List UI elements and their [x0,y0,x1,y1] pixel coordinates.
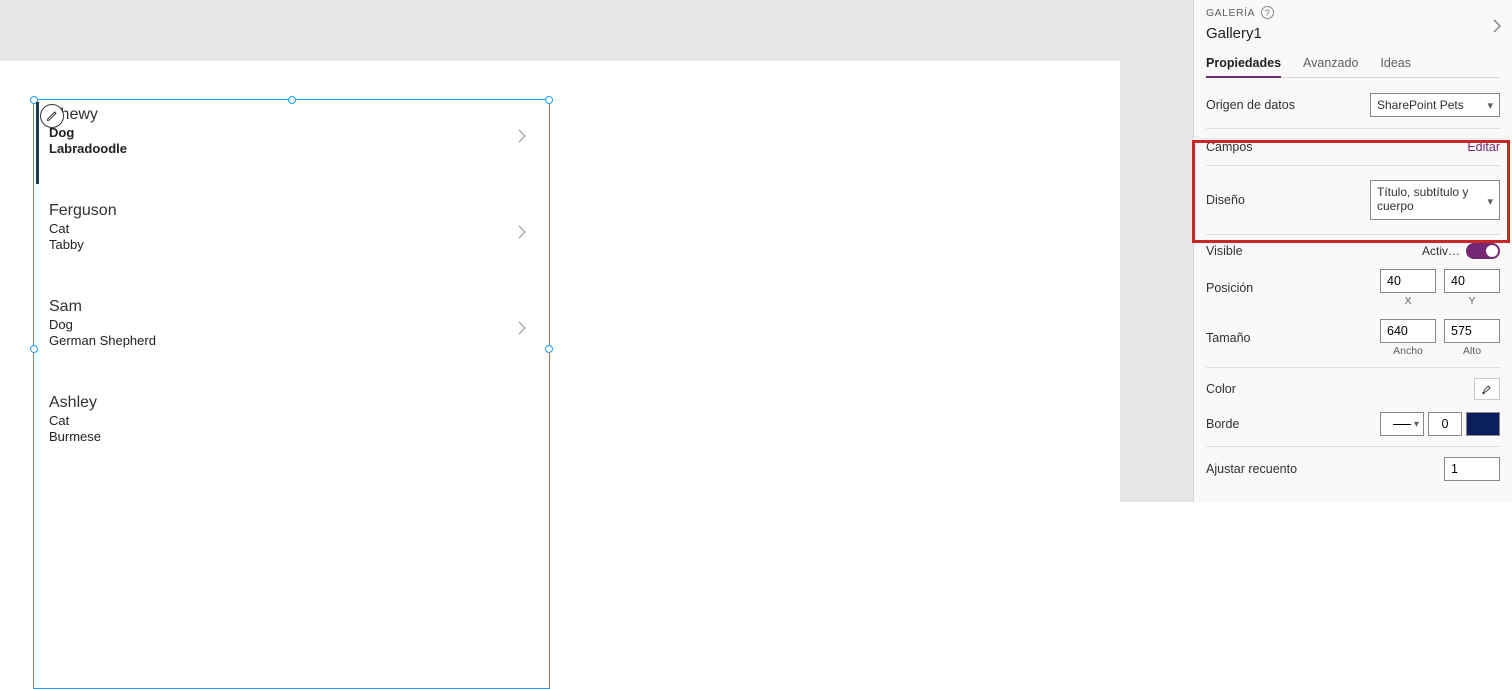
position-y-input[interactable] [1444,269,1500,293]
gallery-item-subtitle: Cat [49,221,537,236]
design-canvas[interactable]: Chewy Dog Labradoodle Ferguson Cat Tabby… [0,61,1120,502]
fields-label: Campos [1206,140,1253,154]
gallery-item-title: Ashley [49,394,537,412]
row-position: Posición X Y [1206,263,1500,313]
size-height-sublabel: Alto [1463,345,1481,357]
gallery-item-title: Sam [49,298,537,316]
row-datasource: Origen de datos SharePoint Pets ▾ [1206,82,1500,129]
tab-advanced[interactable]: Avanzado [1303,56,1358,77]
gallery-item-subtitle: Cat [49,413,537,428]
gallery-item[interactable]: Chewy Dog Labradoodle [36,100,547,186]
gallery-item-body: Burmese [49,429,537,444]
row-layout: Diseño Título, subtítulo y cuerpo ▾ [1206,166,1500,235]
visible-state: Activ… [1422,244,1460,258]
tab-properties[interactable]: Propiedades [1206,56,1281,78]
row-size: Tamaño Ancho Alto [1206,313,1500,368]
row-visible: Visible Activ… [1206,235,1500,263]
size-width-sublabel: Ancho [1393,345,1423,357]
chevron-down-icon: ▾ [1487,195,1493,209]
gallery-item-subtitle: Dog [49,125,537,140]
position-y-sublabel: Y [1468,295,1475,307]
gallery-item-subtitle: Dog [49,317,537,332]
gallery-item-title: Chewy [49,106,537,124]
chevron-right-icon[interactable] [1492,18,1502,37]
layout-label: Diseño [1206,193,1245,207]
color-picker-button[interactable] [1474,378,1500,400]
row-fields: Campos Editar [1206,129,1500,166]
layout-select[interactable]: Título, subtítulo y cuerpo ▾ [1370,180,1500,220]
gallery-item-body: Tabby [49,237,537,252]
tab-ideas[interactable]: Ideas [1380,56,1411,77]
color-label: Color [1206,382,1236,396]
wrap-count-label: Ajustar recuento [1206,462,1297,476]
position-x-sublabel: X [1404,295,1411,307]
properties-panel: GALERÍA ? Gallery1 Propiedades Avanzado … [1193,0,1512,502]
border-label: Borde [1206,417,1239,431]
chevron-right-icon[interactable] [517,224,527,243]
size-label: Tamaño [1206,331,1250,345]
gallery-item-title: Ferguson [49,202,537,220]
fields-edit-link[interactable]: Editar [1467,140,1500,154]
border-width-input[interactable] [1428,412,1462,436]
size-height-input[interactable] [1444,319,1500,343]
row-wrap-count: Ajustar recuento [1206,447,1500,481]
visible-toggle[interactable] [1466,243,1500,259]
chevron-right-icon[interactable] [517,320,527,339]
visible-label: Visible [1206,244,1243,258]
edit-template-icon[interactable] [40,104,64,128]
gallery-item-body: Labradoodle [49,141,537,156]
wrap-count-input[interactable] [1444,457,1500,481]
chevron-down-icon: ▾ [1487,99,1493,112]
gallery-item[interactable]: Sam Dog German Shepherd [36,292,547,378]
position-x-input[interactable] [1380,269,1436,293]
row-color: Color [1206,368,1500,406]
gallery-item[interactable]: Ashley Cat Burmese [36,388,547,474]
gallery-control-selection[interactable]: Chewy Dog Labradoodle Ferguson Cat Tabby… [33,99,550,689]
row-border: Borde ▾ [1206,406,1500,447]
chevron-right-icon[interactable] [517,128,527,147]
gallery-item[interactable]: Ferguson Cat Tabby [36,196,547,282]
layout-value: Título, subtítulo y cuerpo [1377,185,1477,213]
datasource-label: Origen de datos [1206,98,1295,112]
control-name[interactable]: Gallery1 [1206,25,1500,42]
size-width-input[interactable] [1380,319,1436,343]
help-icon[interactable]: ? [1261,6,1274,19]
position-label: Posición [1206,281,1253,295]
border-color-swatch[interactable] [1466,412,1500,436]
selected-accent [36,102,39,184]
editor-workspace: Chewy Dog Labradoodle Ferguson Cat Tabby… [0,0,1193,502]
datasource-value: SharePoint Pets [1377,98,1464,112]
gallery-item-body: German Shepherd [49,333,537,348]
datasource-select[interactable]: SharePoint Pets ▾ [1370,93,1500,117]
panel-category-label: GALERÍA [1206,7,1255,19]
panel-tabs: Propiedades Avanzado Ideas [1206,56,1500,78]
panel-category: GALERÍA ? [1206,6,1500,19]
border-style-select[interactable]: ▾ [1380,412,1424,436]
